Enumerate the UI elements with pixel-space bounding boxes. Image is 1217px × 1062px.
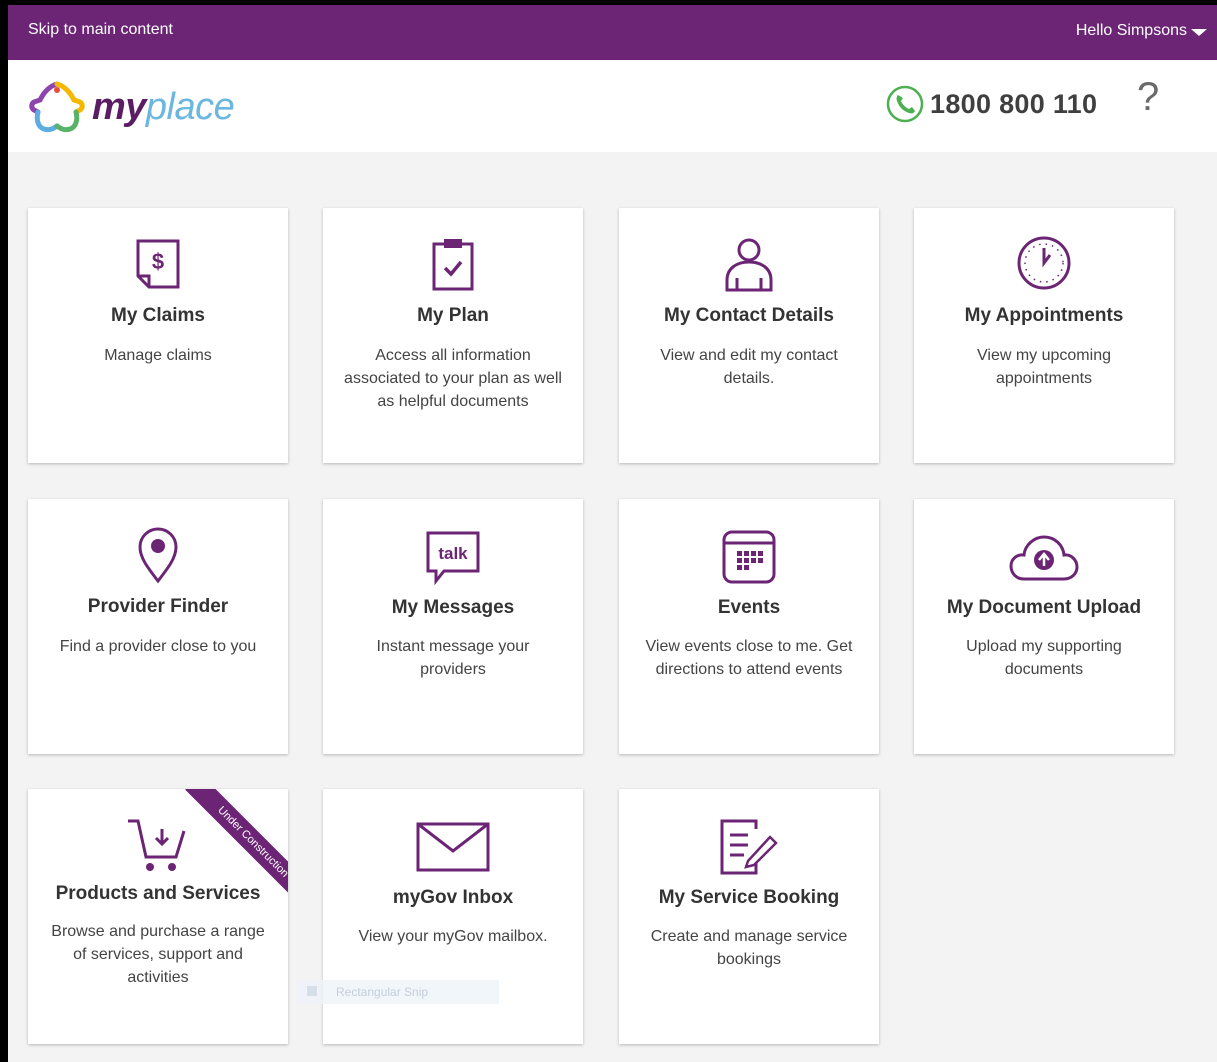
tile-title: My Service Booking <box>658 887 840 908</box>
clock-icon <box>1017 236 1071 290</box>
tile-title: Events <box>717 597 781 618</box>
tile-my-appointments[interactable]: My Appointments View my upcoming appoint… <box>914 208 1174 463</box>
talk-bubble-text: talk <box>438 544 468 563</box>
skip-to-main-link[interactable]: Skip to main content <box>28 21 173 39</box>
shopping-cart-icon <box>128 819 186 871</box>
tile-description: View events close to me. Get directions … <box>645 638 853 678</box>
tile-my-claims[interactable]: $ My Claims Manage claims <box>28 208 288 463</box>
tile-title: My Claims <box>111 305 205 326</box>
snip-label: Rectangular Snip <box>336 985 429 999</box>
tile-title: My Plan <box>417 305 489 326</box>
snip-icon <box>307 986 317 996</box>
caret-down-icon <box>1191 28 1207 36</box>
tile-description: Find a provider close to you <box>59 638 257 655</box>
tile-my-messages[interactable]: talk My Messages Instant message your pr… <box>323 499 583 754</box>
tile-products-and-services[interactable]: Under Construction Products and Services… <box>28 789 288 1044</box>
document-edit-icon <box>720 819 778 875</box>
tile-mygov-inbox[interactable]: myGov Inbox View your myGov mailbox. <box>323 789 583 1044</box>
tile-my-document-upload[interactable]: My Document Upload Upload my supporting … <box>914 499 1174 754</box>
tile-title: Products and Services <box>55 883 261 904</box>
clipboard-check-icon <box>432 239 474 291</box>
phone-number: 1800 800 110 <box>930 88 1098 119</box>
tile-description: Create and manage service bookings <box>650 928 848 968</box>
tile-description: View your myGov mailbox. <box>358 928 548 945</box>
tile-description: View and edit my contact details. <box>660 347 838 387</box>
tile-title: My Appointments <box>964 305 1124 326</box>
tile-my-plan[interactable]: My Plan Access all information associate… <box>323 208 583 463</box>
tile-my-contact-details[interactable]: My Contact Details View and edit my cont… <box>619 208 879 463</box>
phone-contact[interactable]: 1800 800 110 <box>886 85 1097 123</box>
tile-title: Provider Finder <box>87 596 229 617</box>
user-menu[interactable]: Hello Simpsons <box>1076 22 1207 40</box>
tile-title: My Contact Details <box>664 305 834 326</box>
map-pin-icon <box>138 527 178 584</box>
svg-text:$: $ <box>152 249 164 274</box>
person-icon <box>725 238 773 292</box>
tile-title: My Document Upload <box>946 597 1142 618</box>
tile-description: Manage claims <box>104 347 212 364</box>
tile-description: Upload my supporting documents <box>966 638 1122 678</box>
top-bar: Skip to main content Hello Simpsons <box>8 5 1217 60</box>
tile-description: Access all information associated to you… <box>344 347 562 410</box>
tile-events[interactable]: Events View events close to me. Get dire… <box>619 499 879 754</box>
myplace-star-icon <box>29 81 85 133</box>
talk-bubble-icon: talk <box>426 531 480 585</box>
help-icon[interactable]: ? <box>1137 75 1159 120</box>
tile-title: myGov Inbox <box>392 887 514 908</box>
rectangular-snip-overlay: Rectangular Snip <box>299 980 499 1004</box>
logo-my-text: my <box>92 85 146 128</box>
app-frame: Skip to main content Hello Simpsons mypl… <box>8 5 1217 1062</box>
user-greeting: Hello Simpsons <box>1075 22 1187 39</box>
myplace-logo[interactable]: myplace <box>28 80 235 134</box>
tile-provider-finder[interactable]: Provider Finder Find a provider close to… <box>28 499 288 754</box>
envelope-icon <box>416 822 490 872</box>
tile-title: My Messages <box>391 597 515 618</box>
calendar-icon <box>722 530 776 584</box>
logo-place-text: place <box>145 85 235 128</box>
cloud-upload-icon <box>1009 535 1079 581</box>
site-header: myplace 1800 800 110 ? <box>8 60 1217 152</box>
claims-document-dollar-icon: $ <box>136 239 180 289</box>
tile-description: Instant message your providers <box>376 638 530 678</box>
tile-description: View my upcoming appointments <box>977 347 1111 387</box>
tile-description: Browse and purchase a range of services,… <box>51 923 265 986</box>
tile-my-service-booking[interactable]: My Service Booking Create and manage ser… <box>619 789 879 1044</box>
phone-icon <box>886 85 924 123</box>
